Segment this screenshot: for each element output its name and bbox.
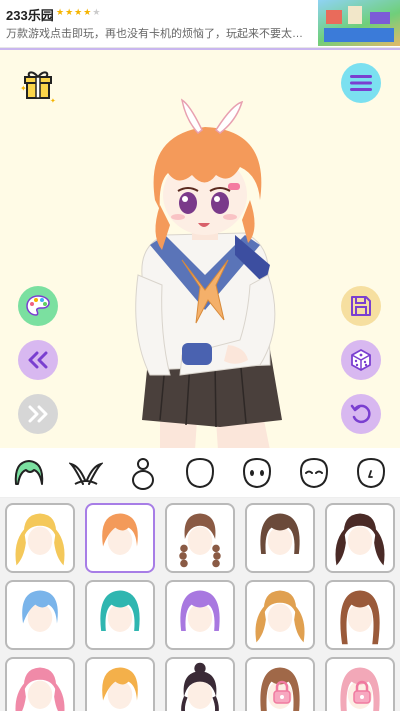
hair-preview [102,667,138,709]
anime-character [135,98,282,448]
hair-preview [100,590,140,632]
hair-preview [15,667,65,711]
hair-preview [179,513,221,568]
svg-text:✦: ✦ [50,97,56,105]
ad-rating-stars: ★★★★★ [56,7,101,18]
hair-option-6[interactable] [5,580,75,650]
ad-title: 233乐园 [6,8,54,23]
hair-preview [340,590,380,645]
hair-preview [22,590,58,632]
category-nose[interactable] [351,453,391,493]
category-eyes[interactable] [237,453,277,493]
lock-icon [273,680,291,704]
category-body[interactable] [123,453,163,493]
face-outline-icon [185,457,214,488]
hair-option-12[interactable] [85,657,155,711]
double-chevron-right-icon [28,405,48,423]
hair-option-11[interactable] [5,657,75,711]
hair-preview [255,590,305,643]
face-eyes-icon [243,457,272,488]
hair-option-13[interactable] [165,657,235,711]
next-button[interactable] [18,394,58,434]
hair-option-4[interactable] [245,503,315,573]
hair-preview [180,590,220,632]
hair-option-15[interactable] [325,657,395,711]
face-closed-eyes-icon [300,457,329,488]
hair-option-grid [0,498,400,711]
hair-option-8[interactable] [165,580,235,650]
hair-option-9[interactable] [245,580,315,650]
star-icon: ★ [83,7,93,17]
svg-text:✦: ✦ [20,84,27,93]
category-face-shape[interactable] [180,453,220,493]
face-nose-icon [357,457,386,488]
hair-preview [260,513,300,555]
hair-preview [335,513,385,566]
star-icon: ★ [74,7,84,17]
menu-button[interactable] [341,63,381,103]
hamburger-menu-icon [350,75,372,91]
floppy-disk-icon [351,296,371,316]
hair-preview [102,513,138,555]
random-button[interactable] [341,340,381,380]
hair-option-2[interactable] [85,503,155,573]
category-bar [0,448,400,498]
ad-thumbnail[interactable] [318,0,400,46]
palette-button[interactable] [18,286,58,326]
star-icon: ★ [65,7,75,17]
dice-icon [351,349,371,371]
hair-option-7[interactable] [85,580,155,650]
prev-button[interactable] [18,340,58,380]
gift-button[interactable]: ✦ ✦ [18,65,58,105]
hair-option-5[interactable] [325,503,395,573]
undo-icon [350,404,371,424]
hair-icon [14,459,43,485]
double-chevron-left-icon [28,351,48,369]
star-empty-icon: ★ [92,7,102,17]
category-ears[interactable] [66,453,106,493]
hair-option-14[interactable] [245,657,315,711]
body-icon [131,457,154,490]
hair-option-3[interactable] [165,503,235,573]
undo-button[interactable] [341,394,381,434]
ad-banner[interactable]: 233乐园 ★★★★★ 万款游戏点击即玩，再也没有卡机的烦恼了，玩起来不要太爽.… [0,0,400,48]
hair-preview [181,662,219,711]
gift-icon: ✦ ✦ [20,71,56,105]
save-button[interactable] [341,286,381,326]
ad-description: 万款游戏点击即玩，再也没有卡机的烦恼了，玩起来不要太爽... [6,28,311,40]
category-expression[interactable] [294,453,334,493]
hair-option-10[interactable] [325,580,395,650]
hair-preview [15,513,65,566]
star-icon: ★ [56,7,66,17]
lock-icon [353,680,371,704]
hair-option-1[interactable] [5,503,75,573]
bunny-ears-icon [68,461,103,485]
category-hair[interactable] [9,453,49,493]
palette-icon [26,295,50,316]
character-stage: ✦ ✦ [0,50,400,448]
